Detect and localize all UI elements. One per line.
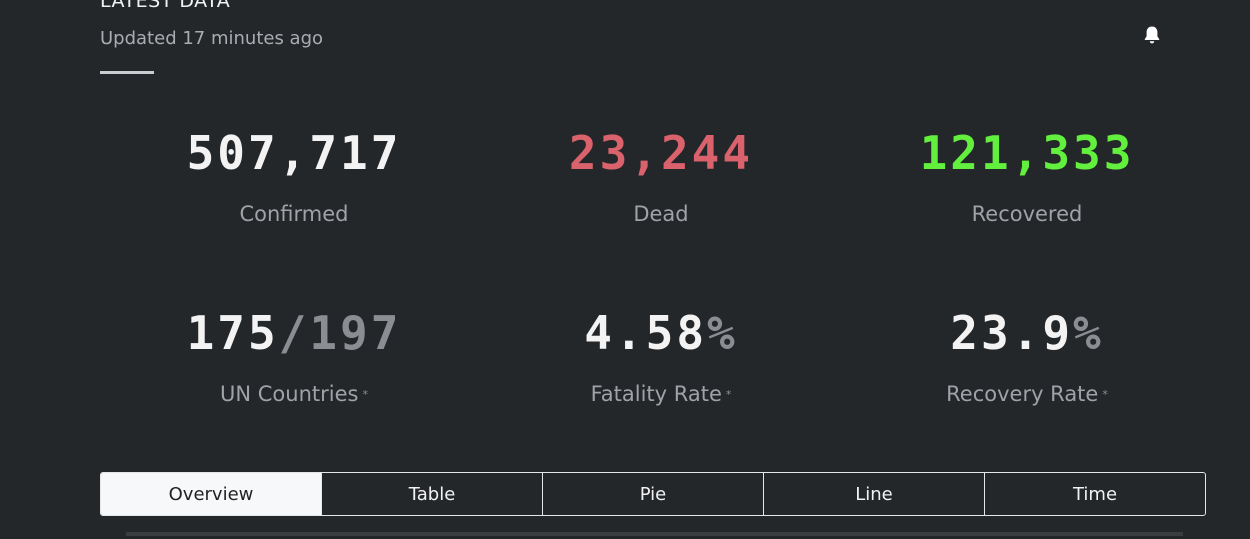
latest-data-page: LATEST DATA Updated 17 minutes ago 507,7… xyxy=(0,0,1250,539)
fatality-rate-stat: 4.58% Fatality Rate * xyxy=(511,307,811,408)
view-tabs: Overview Table Pie Line Time xyxy=(100,472,1206,516)
tab-table[interactable]: Table xyxy=(321,473,542,515)
confirmed-label: Confirmed xyxy=(239,202,349,226)
fatality-rate-label-row: Fatality Rate * xyxy=(511,381,811,408)
recovered-value: 121,333 xyxy=(919,126,1135,180)
confirmed-value: 507,717 xyxy=(186,126,402,180)
recovery-rate-footnote[interactable]: * xyxy=(1102,388,1108,401)
tab-pie[interactable]: Pie xyxy=(542,473,763,515)
recovery-rate-label: Recovery Rate xyxy=(946,382,1099,406)
bell-icon-svg xyxy=(1144,26,1160,44)
un-countries-total: /197 xyxy=(278,306,402,360)
tab-line[interactable]: Line xyxy=(763,473,984,515)
tab-overview[interactable]: Overview xyxy=(101,473,321,515)
dead-label: Dead xyxy=(633,202,689,226)
fatality-rate-unit: % xyxy=(707,306,738,360)
un-countries-value: 175/197 xyxy=(144,307,444,359)
fatality-rate-value: 4.58% xyxy=(511,307,811,359)
title-underline xyxy=(100,71,154,74)
fatality-rate-label: Fatality Rate xyxy=(590,382,722,406)
un-countries-label: UN Countries xyxy=(220,382,359,406)
un-countries-label-row: UN Countries * xyxy=(144,381,444,408)
fatality-rate-footnote[interactable]: * xyxy=(726,388,732,401)
recovery-rate-stat: 23.9% Recovery Rate * xyxy=(877,307,1177,408)
updated-timestamp: Updated 17 minutes ago xyxy=(100,28,324,49)
dead-value: 23,244 xyxy=(568,126,754,180)
section-title: LATEST DATA xyxy=(100,0,231,12)
un-countries-count: 175 xyxy=(186,306,279,360)
un-countries-stat: 175/197 UN Countries * xyxy=(144,307,444,408)
recovery-rate-unit: % xyxy=(1073,306,1104,360)
recovered-label: Recovered xyxy=(971,202,1083,226)
dead-stat: 23,244 Dead xyxy=(511,127,811,227)
tab-time[interactable]: Time xyxy=(984,473,1205,515)
recovered-stat: 121,333 Recovered xyxy=(877,127,1177,227)
recovery-rate-label-row: Recovery Rate * xyxy=(877,381,1177,408)
recovery-rate-number: 23.9 xyxy=(950,306,1074,360)
confirmed-stat: 507,717 Confirmed xyxy=(144,127,444,227)
recovery-rate-value: 23.9% xyxy=(877,307,1177,359)
bell-icon[interactable] xyxy=(1141,24,1163,46)
fatality-rate-number: 4.58 xyxy=(584,306,708,360)
un-countries-footnote[interactable]: * xyxy=(362,388,368,401)
content-divider xyxy=(126,532,1183,536)
